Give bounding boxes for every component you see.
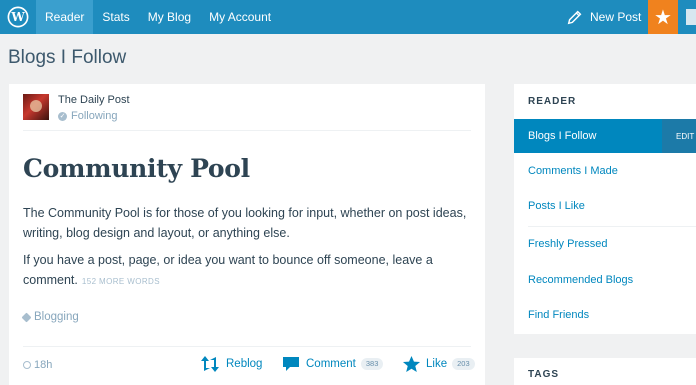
like-count: 203 <box>452 358 475 370</box>
nav-stats[interactable]: Stats <box>93 0 138 34</box>
reblog-icon <box>201 356 219 372</box>
new-post-button[interactable]: New Post <box>566 0 641 34</box>
tags-heading: TAGS <box>528 369 560 380</box>
sidebar-heading: READER <box>528 96 577 107</box>
comment-label: Comment <box>306 358 356 370</box>
site-name[interactable]: The Daily Post <box>58 94 130 106</box>
notifications-button[interactable]: ★ <box>648 0 678 34</box>
sidebar-item-freshly-pressed[interactable]: Freshly Pressed <box>514 227 696 261</box>
reblog-button[interactable]: Reblog <box>199 355 262 373</box>
nav-reader[interactable]: Reader <box>36 0 94 34</box>
page-title: Blogs I Follow <box>8 47 127 68</box>
more-words-link[interactable]: 152 MORE WORDS <box>82 277 160 286</box>
checkmark-icon: ✓ <box>58 111 67 121</box>
star-icon: ★ <box>654 6 672 29</box>
post-tag[interactable]: Blogging <box>21 311 79 323</box>
tag-label: Blogging <box>34 311 79 323</box>
sidebar-item-posts-i-like[interactable]: Posts I Like <box>514 189 696 223</box>
post-card: The Daily Post ✓ Following Community Poo… <box>9 84 485 385</box>
like-button[interactable]: Like 203 <box>402 355 475 373</box>
comment-icon <box>283 357 299 371</box>
tags-panel: TAGS <box>514 358 696 385</box>
site-avatar[interactable] <box>23 94 49 120</box>
post-excerpt: The Community Pool is for those of you l… <box>23 204 473 299</box>
clock-icon <box>23 361 31 369</box>
sidebar-item-recommended-blogs[interactable]: Recommended Blogs <box>514 263 696 297</box>
new-post-label: New Post <box>590 10 642 24</box>
comment-count: 383 <box>360 358 384 370</box>
post-actions: 18h Reblog Comment 383 Like 203 <box>9 350 485 380</box>
follow-status: Following <box>71 110 118 122</box>
reblog-label: Reblog <box>226 358 263 370</box>
sidebar-item-find-friends[interactable]: Find Friends <box>514 298 696 332</box>
edit-button[interactable]: EDIT <box>662 119 696 153</box>
divider <box>23 130 471 131</box>
comment-button[interactable]: Comment 383 <box>281 355 384 373</box>
nav-my-blog[interactable]: My Blog <box>139 0 200 34</box>
star-icon <box>402 355 421 373</box>
like-label: Like <box>426 358 448 370</box>
post-paragraph: The Community Pool is for those of you l… <box>23 206 467 240</box>
wordpress-logo-icon[interactable]: W <box>0 0 36 34</box>
reader-sidebar: READER Blogs I Follow EDIT Comments I Ma… <box>514 84 696 334</box>
nav-my-account[interactable]: My Account <box>200 0 280 34</box>
svg-text:W: W <box>10 10 25 24</box>
follow-button[interactable]: ✓ Following <box>58 110 117 122</box>
time-label: 18h <box>34 359 53 371</box>
pencil-icon <box>567 10 582 25</box>
post-time[interactable]: 18h <box>23 359 52 371</box>
tag-icon <box>21 312 32 322</box>
divider <box>23 346 471 347</box>
avatar[interactable] <box>678 0 696 34</box>
post-paragraph: If you have a post, page, or idea you wa… <box>23 251 473 291</box>
post-title[interactable]: Community Pool <box>23 154 250 183</box>
sidebar-item-comments-i-made[interactable]: Comments I Made <box>514 154 696 188</box>
